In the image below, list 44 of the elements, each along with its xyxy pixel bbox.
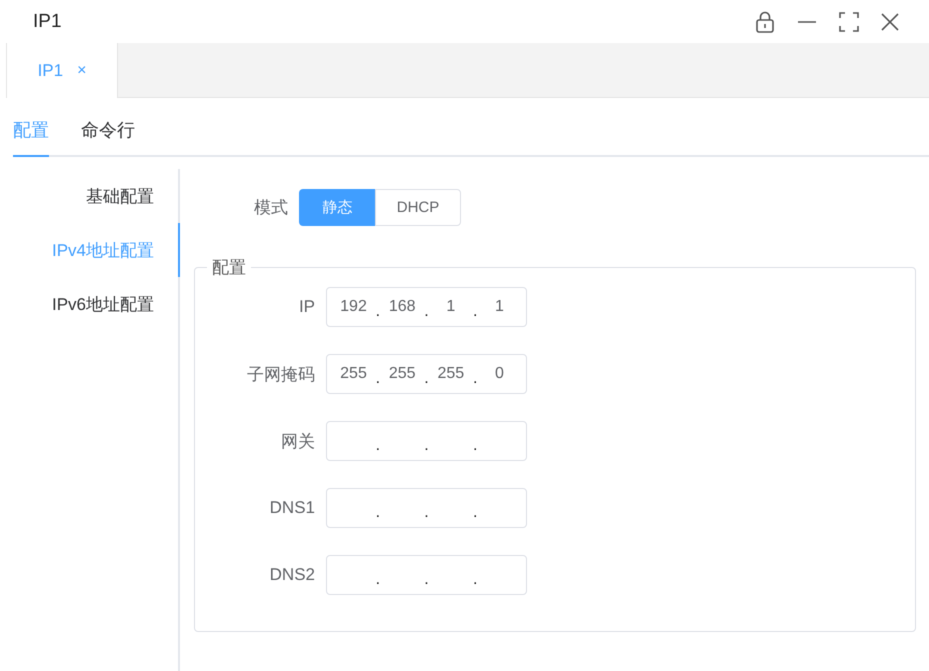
sidebar-item[interactable]: 基础配置 <box>0 169 180 223</box>
dot-separator: . <box>423 303 430 321</box>
field-label: 网关 <box>280 430 315 452</box>
minimize-icon[interactable] <box>797 20 817 24</box>
mode-option[interactable]: DHCP <box>375 189 461 226</box>
dot-separator: . <box>423 571 430 589</box>
octet-value: 0 <box>495 365 504 382</box>
field-label: DNS2 <box>268 565 315 585</box>
dot-separator: . <box>472 571 478 589</box>
octet-value: 255 <box>388 365 416 382</box>
octet-value: 255 <box>340 365 367 382</box>
field-label: IP <box>298 297 315 317</box>
ip-address-field[interactable]: 192 . 168 . 1 . 1 <box>326 287 527 327</box>
octet-value: 168 <box>388 298 416 315</box>
dot-separator: . <box>374 437 382 455</box>
octet-value: 255 <box>437 365 464 382</box>
octet-value: 192 <box>340 298 367 315</box>
dot-separator: . <box>423 504 430 522</box>
ip-address-field[interactable]: . . . <box>326 488 527 528</box>
group-legend: 配置 <box>207 256 251 279</box>
dot-separator: . <box>423 437 430 455</box>
maximize-icon[interactable] <box>839 12 859 32</box>
octet-value: 1 <box>446 298 456 315</box>
ip-address-field[interactable]: . . . <box>326 421 527 461</box>
field-label: 子网掩码 <box>246 364 315 386</box>
dot-separator: . <box>423 370 430 388</box>
tab[interactable]: 命令行 <box>81 110 135 157</box>
dot-separator: . <box>472 370 478 388</box>
dot-separator: . <box>374 504 382 522</box>
octet-value: 1 <box>495 298 504 315</box>
ip-address-field[interactable]: 255 . 255 . 255 . 0 <box>326 354 527 394</box>
ip-address-field[interactable]: . . . <box>326 555 527 595</box>
dot-separator: . <box>374 571 382 589</box>
close-icon[interactable] <box>881 12 899 30</box>
dot-separator: . <box>472 437 478 455</box>
dot-separator: . <box>472 504 478 522</box>
field-label: DNS1 <box>268 498 315 518</box>
dot-separator: . <box>374 370 382 388</box>
dot-separator: . <box>374 303 382 321</box>
lock-icon[interactable] <box>755 10 775 32</box>
window-title: IP1 <box>33 10 62 32</box>
mode-label: 模式 <box>254 197 288 219</box>
sidebar-item[interactable]: IPv6地址配置 <box>0 277 180 331</box>
dot-separator: . <box>472 303 478 321</box>
